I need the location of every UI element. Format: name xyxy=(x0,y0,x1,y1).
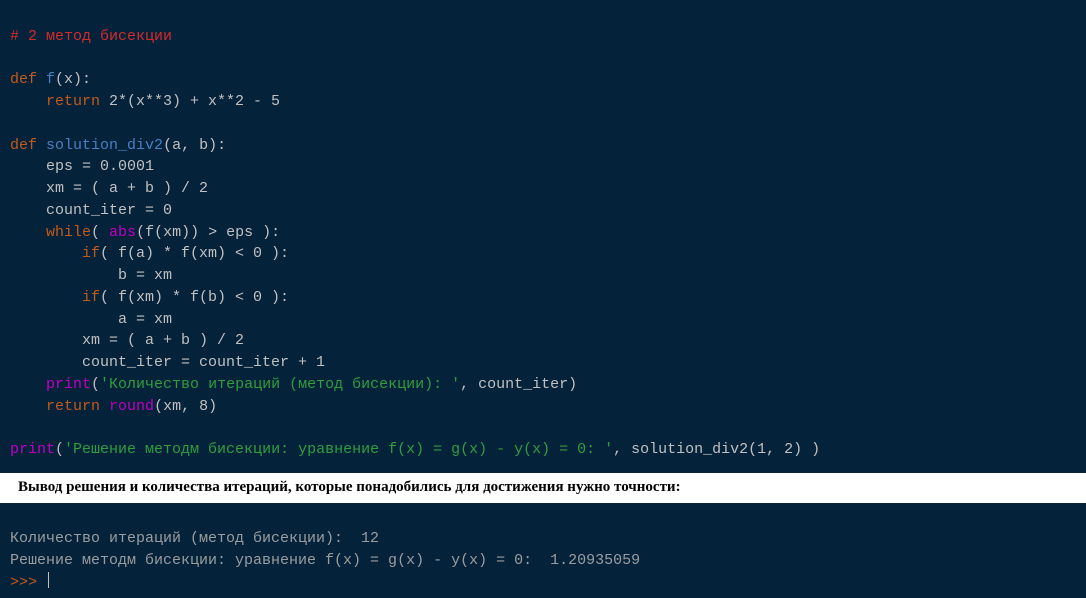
kw-return: return xyxy=(46,93,100,110)
string-literal: 'Количество итераций (метод бисекции): ' xyxy=(100,376,460,393)
output-line: Количество итераций (метод бисекции): 12 xyxy=(10,530,379,547)
code-indent xyxy=(10,245,82,262)
code-comment: # 2 метод бисекции xyxy=(10,28,172,45)
func-name-solution-div2: solution_div2 xyxy=(46,137,163,154)
code-text: xm = ( a + b ) / 2 xyxy=(10,332,244,349)
code-text: ( f(a) * f(xm) < 0 ): xyxy=(100,245,289,262)
code-text: ( xyxy=(91,224,109,241)
kw-if: if xyxy=(82,289,100,306)
code-text: b = xm xyxy=(10,267,172,284)
code-text: (f(xm)) > eps ): xyxy=(136,224,280,241)
code-text: eps = 0.0001 xyxy=(10,158,154,175)
code-text: count_iter = count_iter + 1 xyxy=(10,354,325,371)
code-text: ( f(xm) * f(b) < 0 ): xyxy=(100,289,289,306)
builtin-print: print xyxy=(46,376,91,393)
code-indent xyxy=(10,289,82,306)
code-text: , solution_div2(1, 2) ) xyxy=(613,441,820,458)
code-text: , count_iter) xyxy=(460,376,577,393)
kw-while: while xyxy=(46,224,91,241)
code-text: ( xyxy=(91,376,100,393)
code-text: (x): xyxy=(55,71,91,88)
code-text: ( xyxy=(55,441,64,458)
string-literal: 'Решение методм бисекции: уравнение f(x)… xyxy=(64,441,613,458)
code-text: count_iter = 0 xyxy=(10,202,172,219)
code-text: xm = ( a + b ) / 2 xyxy=(10,180,208,197)
console-output: Количество итераций (метод бисекции): 12… xyxy=(0,503,1086,598)
kw-return: return xyxy=(46,398,100,415)
code-text: a = xm xyxy=(10,311,172,328)
output-line: Решение методм бисекции: уравнение f(x) … xyxy=(10,552,640,569)
code-indent xyxy=(10,93,46,110)
caption-text: Вывод решения и количества итераций, кот… xyxy=(18,479,681,495)
kw-def: def xyxy=(10,137,37,154)
builtin-round: round xyxy=(109,398,154,415)
builtin-print: print xyxy=(10,441,55,458)
code-editor: # 2 метод бисекции def f(x): return 2*(x… xyxy=(0,0,1086,473)
code-indent xyxy=(10,398,46,415)
kw-def: def xyxy=(10,71,37,88)
code-text xyxy=(100,398,109,415)
code-indent xyxy=(10,376,46,393)
func-name-f: f xyxy=(46,71,55,88)
repl-prompt[interactable]: >>> xyxy=(10,574,46,591)
output-caption: Вывод решения и количества итераций, кот… xyxy=(0,473,1086,503)
builtin-abs: abs xyxy=(109,224,136,241)
kw-if: if xyxy=(82,245,100,262)
cursor-caret xyxy=(48,572,49,588)
code-text: (xm, 8) xyxy=(154,398,217,415)
code-text: (a, b): xyxy=(163,137,226,154)
code-text: 2*(x**3) + x**2 - 5 xyxy=(100,93,280,110)
code-indent xyxy=(10,224,46,241)
